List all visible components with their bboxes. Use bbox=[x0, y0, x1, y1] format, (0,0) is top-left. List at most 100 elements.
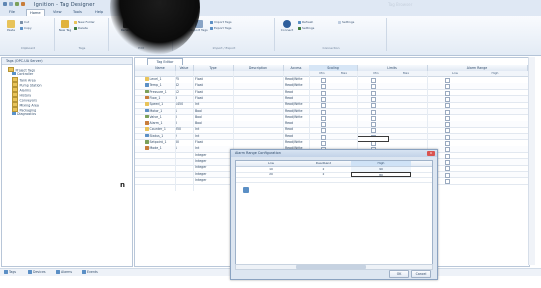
checkbox[interactable] bbox=[371, 84, 376, 90]
checkbox[interactable] bbox=[445, 90, 450, 96]
table-cell-type[interactable]: Integer bbox=[195, 178, 233, 184]
dialog-cell[interactable]: 10 bbox=[246, 167, 296, 172]
table-cell-value[interactable] bbox=[175, 159, 193, 165]
table-cell-value[interactable]: 8 bbox=[175, 96, 193, 102]
connect-button[interactable]: Connect bbox=[280, 19, 294, 35]
checkbox[interactable] bbox=[445, 166, 450, 172]
checkbox[interactable] bbox=[321, 115, 326, 121]
checkbox[interactable] bbox=[445, 103, 450, 109]
checkbox[interactable] bbox=[445, 115, 450, 121]
checkbox[interactable] bbox=[321, 84, 326, 90]
tree-node[interactable]: Mixing Area bbox=[12, 102, 39, 108]
table-cell-value[interactable] bbox=[175, 178, 193, 184]
status-alarms[interactable]: Alarms bbox=[56, 270, 72, 275]
checkbox[interactable] bbox=[371, 103, 376, 109]
tree-node[interactable]: Packaging bbox=[12, 107, 36, 113]
checkbox[interactable] bbox=[371, 115, 376, 121]
status-tags[interactable]: Tags bbox=[4, 270, 16, 275]
scroll-thumb[interactable] bbox=[296, 265, 366, 269]
table-cell-value[interactable]: 12 bbox=[175, 90, 193, 96]
connection-dropdown[interactable]: Settings bbox=[338, 20, 354, 24]
table-cell-type[interactable]: Bool bbox=[195, 109, 233, 115]
checkbox[interactable] bbox=[321, 128, 326, 134]
tree-root[interactable]: Tags (OPC-UA Server) bbox=[6, 59, 43, 63]
table-cell-access[interactable]: Read/Write bbox=[285, 77, 309, 83]
dialog-cell[interactable]: 20 bbox=[246, 172, 296, 177]
table-cell-value[interactable]: 1 bbox=[175, 146, 193, 152]
checkbox[interactable] bbox=[371, 128, 376, 134]
checkbox[interactable] bbox=[445, 147, 450, 153]
checkbox[interactable] bbox=[371, 122, 376, 128]
table-cell-value[interactable]: 1450 bbox=[175, 102, 193, 108]
checkbox[interactable] bbox=[445, 134, 450, 140]
checkbox[interactable] bbox=[321, 122, 326, 128]
cut-button[interactable]: Cut bbox=[20, 20, 29, 24]
table-cell-type[interactable]: Float bbox=[195, 140, 233, 146]
dialog-col-low[interactable]: Low bbox=[246, 161, 296, 166]
delete-button[interactable]: Delete bbox=[74, 26, 88, 30]
dialog-col-high[interactable]: High bbox=[351, 161, 411, 166]
table-cell-value[interactable]: 0 bbox=[175, 115, 193, 121]
table-cell-name[interactable]: Motor_1 bbox=[145, 109, 175, 115]
table-cell-name[interactable]: Status_1 bbox=[145, 134, 175, 140]
checkbox[interactable] bbox=[321, 141, 326, 146]
table-cell-type[interactable]: Integer bbox=[195, 159, 233, 165]
table-cell-value[interactable]: 1 bbox=[175, 109, 193, 115]
table-cell-type[interactable]: Int bbox=[195, 102, 233, 108]
new-tag-button[interactable]: New Tag bbox=[58, 19, 72, 35]
table-cell-type[interactable]: Float bbox=[195, 90, 233, 96]
table-cell-access[interactable]: Read bbox=[285, 121, 309, 127]
table-cell-access[interactable]: Read/Write bbox=[285, 102, 309, 108]
table-cell-value[interactable]: 60 bbox=[175, 140, 193, 146]
tab-file[interactable]: File bbox=[6, 9, 18, 16]
table-cell-value[interactable] bbox=[175, 153, 193, 159]
checkbox[interactable] bbox=[321, 109, 326, 115]
checkbox[interactable] bbox=[445, 122, 450, 128]
table-cell-access[interactable]: Read bbox=[285, 90, 309, 96]
redo-icon[interactable] bbox=[21, 2, 25, 6]
table-cell-value[interactable]: 42 bbox=[175, 83, 193, 89]
tree-node[interactable]: Diagnostics bbox=[12, 112, 36, 117]
checkbox[interactable] bbox=[321, 96, 326, 102]
table-cell-access[interactable]: Read/Write bbox=[285, 109, 309, 115]
active-cell-editor[interactable] bbox=[357, 136, 389, 142]
table-cell-name[interactable] bbox=[145, 153, 175, 159]
close-icon[interactable]: x bbox=[427, 151, 435, 156]
checkbox[interactable] bbox=[371, 96, 376, 102]
dialog-cell[interactable] bbox=[351, 177, 411, 182]
table-cell-type[interactable]: Bool bbox=[195, 115, 233, 121]
checkbox[interactable] bbox=[321, 103, 326, 109]
table-cell-value[interactable]: 2 bbox=[175, 134, 193, 140]
dialog-col-deadband[interactable]: Deadband bbox=[296, 161, 351, 166]
table-cell-name[interactable]: Alarm_1 bbox=[145, 121, 175, 127]
table-cell-type[interactable]: Integer bbox=[195, 172, 233, 178]
tree-node[interactable]: Tank Area bbox=[12, 77, 36, 83]
table-cell-type[interactable]: Float bbox=[195, 83, 233, 89]
status-devices[interactable]: Devices bbox=[28, 270, 46, 275]
tree-node[interactable]: History bbox=[12, 92, 31, 98]
table-cell-type[interactable]: Integer bbox=[195, 153, 233, 159]
tree-node[interactable]: Pump Station bbox=[12, 82, 42, 88]
table-cell-access[interactable]: Read/Write bbox=[285, 83, 309, 89]
status-events[interactable]: Events bbox=[82, 270, 98, 275]
table-cell-name[interactable]: Mode_1 bbox=[145, 146, 175, 152]
table-cell-type[interactable]: Int bbox=[195, 146, 233, 152]
table-cell-value[interactable]: 75 bbox=[175, 77, 193, 83]
table-cell-name[interactable] bbox=[145, 172, 175, 178]
table-cell-value[interactable]: 350 bbox=[175, 127, 193, 133]
table-cell-name[interactable]: Valve_1 bbox=[145, 115, 175, 121]
table-cell-access[interactable]: Read bbox=[285, 127, 309, 133]
refresh-button[interactable]: Refresh bbox=[298, 20, 313, 24]
checkbox[interactable] bbox=[321, 78, 326, 83]
checkbox[interactable] bbox=[445, 96, 450, 102]
undo-icon[interactable] bbox=[15, 2, 19, 6]
tab-tools[interactable]: Tools bbox=[70, 9, 85, 16]
checkbox[interactable] bbox=[445, 141, 450, 146]
tab-help[interactable]: Help bbox=[92, 9, 106, 16]
new-folder-button[interactable]: New Folder bbox=[74, 20, 95, 24]
checkbox[interactable] bbox=[445, 109, 450, 115]
ok-button[interactable]: OK bbox=[389, 270, 409, 278]
table-cell-name[interactable]: Speed_1 bbox=[145, 102, 175, 108]
table-cell-value[interactable] bbox=[175, 165, 193, 171]
checkbox[interactable] bbox=[371, 90, 376, 96]
